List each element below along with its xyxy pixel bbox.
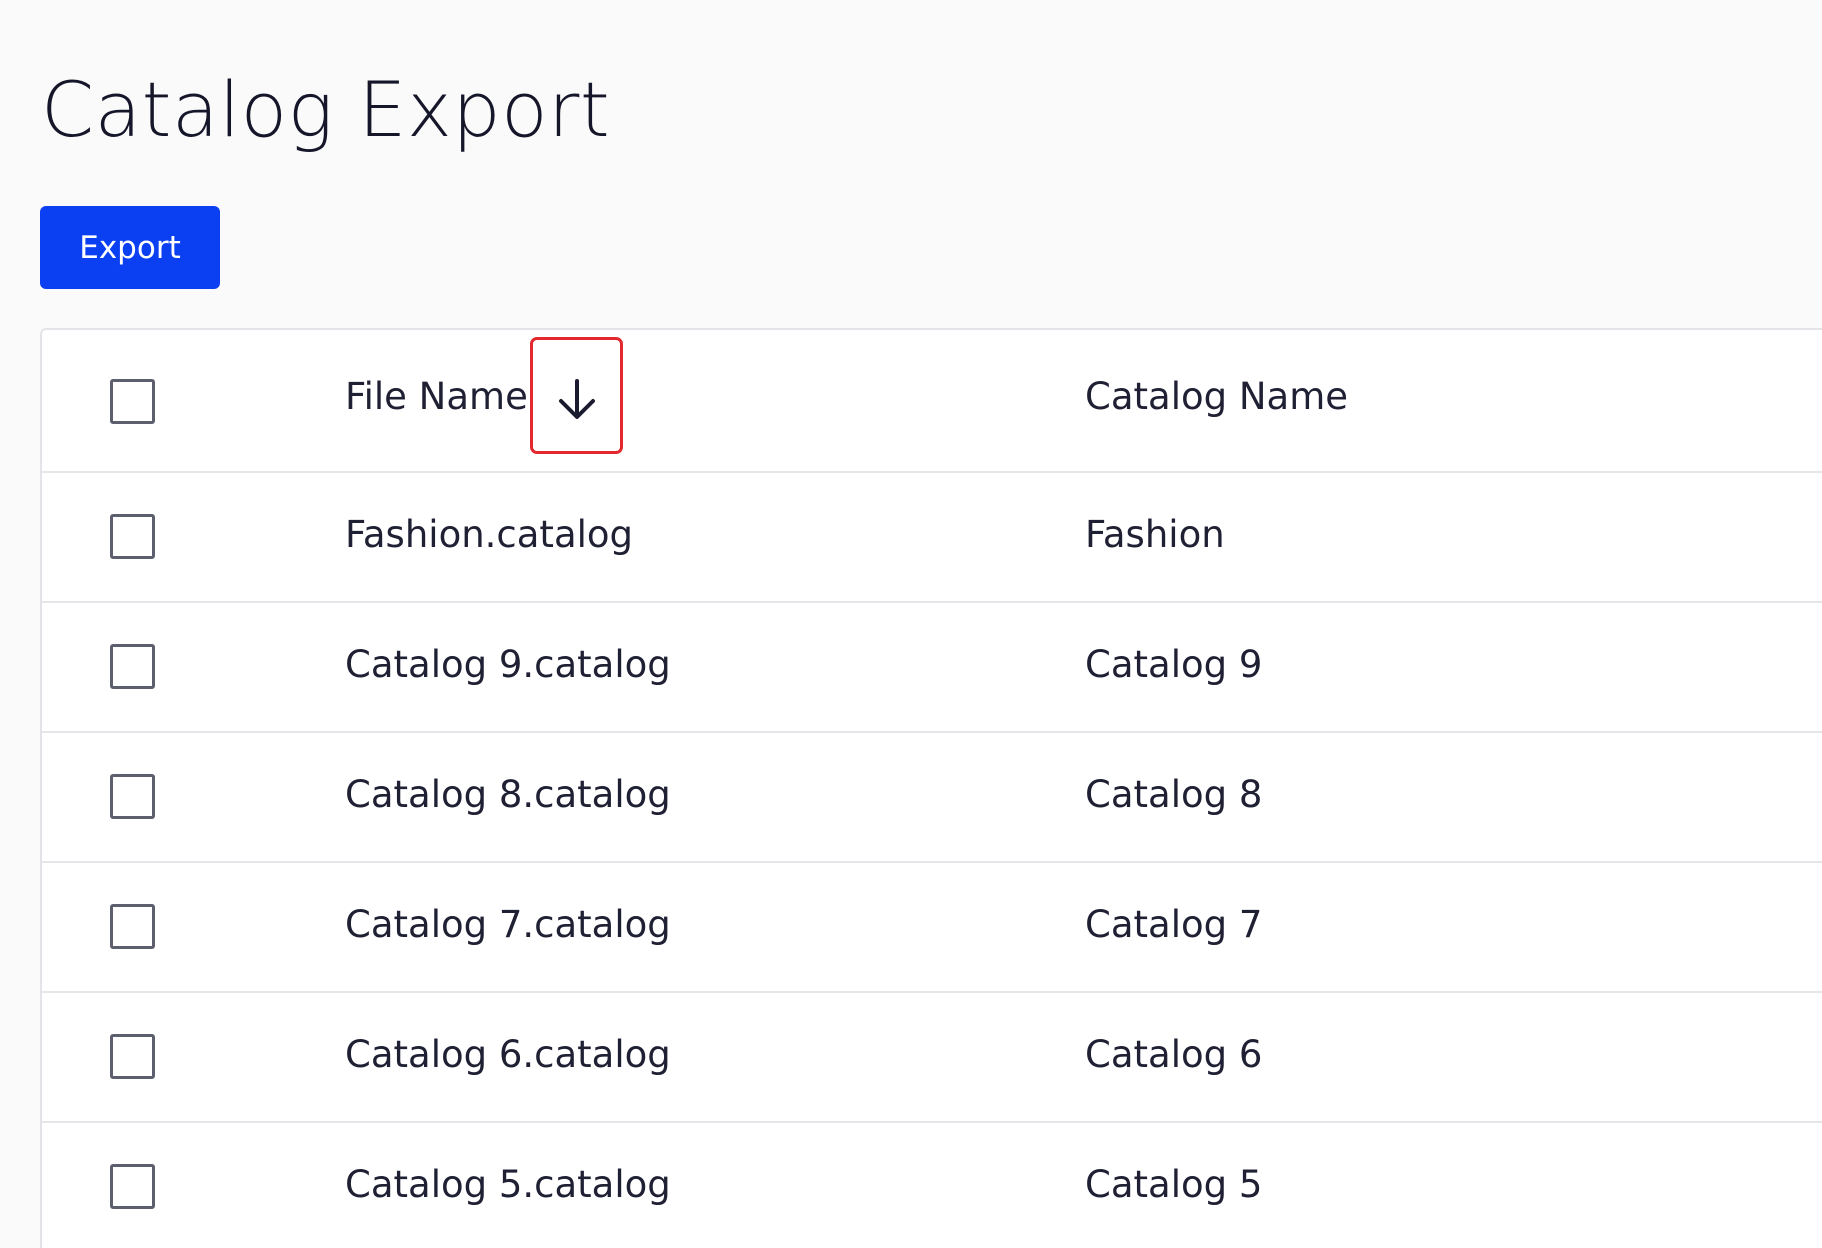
catalog-name-cell: Catalog 5 [1085, 1163, 1263, 1206]
row-checkbox[interactable] [110, 774, 155, 819]
file-name-cell: Catalog 7.catalog [345, 903, 671, 946]
table-row: Catalog 9.catalog Catalog 9 [42, 603, 1822, 733]
catalog-name-cell: Fashion [1085, 513, 1225, 556]
file-name-cell: Fashion.catalog [345, 513, 634, 556]
catalog-name-cell: Catalog 6 [1085, 1033, 1263, 1076]
table-header-row: File Name Catalog Name [42, 330, 1822, 473]
table-row: Catalog 5.catalog Catalog 5 [42, 1123, 1822, 1248]
select-all-checkbox[interactable] [110, 379, 155, 424]
row-checkbox[interactable] [110, 1164, 155, 1209]
file-name-cell: Catalog 5.catalog [345, 1163, 671, 1206]
catalog-name-cell: Catalog 9 [1085, 643, 1263, 686]
page-title: Catalog Export [41, 65, 611, 154]
row-checkbox[interactable] [110, 1034, 155, 1079]
catalog-table: File Name Catalog Name Fashion.catalog F… [40, 328, 1822, 1248]
file-name-cell: Catalog 6.catalog [345, 1033, 671, 1076]
column-header-catalog-name[interactable]: Catalog Name [1085, 372, 1348, 422]
table-row: Fashion.catalog Fashion [42, 473, 1822, 603]
table-row: Catalog 7.catalog Catalog 7 [42, 863, 1822, 993]
row-checkbox[interactable] [110, 904, 155, 949]
export-button[interactable]: Export [40, 206, 220, 289]
sort-file-name-button[interactable] [530, 337, 623, 454]
row-checkbox[interactable] [110, 644, 155, 689]
table-row: Catalog 8.catalog Catalog 8 [42, 733, 1822, 863]
catalog-name-cell: Catalog 7 [1085, 903, 1263, 946]
row-checkbox[interactable] [110, 514, 155, 559]
file-name-cell: Catalog 8.catalog [345, 773, 671, 816]
arrow-down-icon [559, 379, 595, 419]
file-name-cell: Catalog 9.catalog [345, 643, 671, 686]
column-header-file-name[interactable]: File Name [345, 372, 528, 422]
catalog-name-cell: Catalog 8 [1085, 773, 1263, 816]
table-row: Catalog 6.catalog Catalog 6 [42, 993, 1822, 1123]
